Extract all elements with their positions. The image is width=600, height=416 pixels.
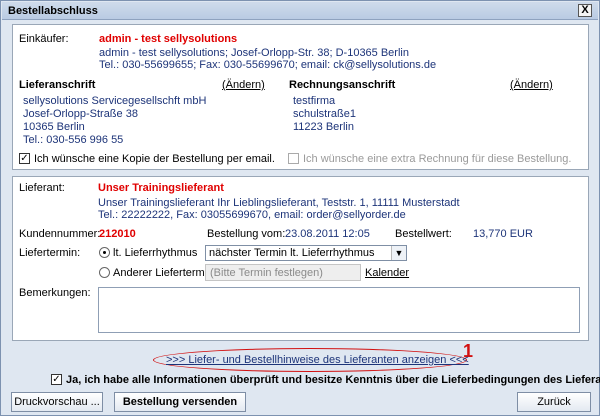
- remarks-textarea[interactable]: [98, 287, 580, 333]
- customer-number: 212010: [99, 228, 136, 240]
- other-date-radio-label: Anderer Liefertermin: [113, 267, 214, 279]
- buyer-panel: Einkäufer: admin - test sellysolutions a…: [12, 24, 589, 170]
- delivery-address-line: 10365 Berlin: [23, 121, 85, 133]
- order-date-label: Bestellung vom:: [207, 228, 286, 240]
- supplier-label: Lieferant:: [19, 182, 65, 194]
- other-date-radio[interactable]: [99, 267, 110, 278]
- order-completion-dialog: Bestellabschluss X Einkäufer: admin - te…: [0, 0, 600, 416]
- supplier-name: Unser Trainingslieferant: [98, 182, 224, 194]
- send-order-button[interactable]: Bestellung versenden: [114, 392, 246, 412]
- extra-invoice-label: Ich wünsche eine extra Rechnung für dies…: [303, 153, 572, 165]
- supplier-panel: Lieferant: Unser Trainingslieferant Unse…: [12, 176, 589, 341]
- supplier-address: Unser Trainingslieferant Ihr Lieblingsli…: [98, 197, 460, 209]
- back-button[interactable]: Zurück: [517, 392, 591, 412]
- delivery-rhythm-select-value: nächster Termin lt. Lieferrhythmus: [209, 247, 375, 259]
- delivery-rhythm-select[interactable]: nächster Termin lt. Lieferrhythmus ▼: [205, 245, 407, 261]
- close-button[interactable]: X: [578, 4, 592, 17]
- order-value: 13,770 EUR: [473, 228, 533, 240]
- rhythm-radio[interactable]: [99, 247, 110, 258]
- confirm-checkbox[interactable]: ✓: [51, 374, 62, 385]
- confirm-label: Ja, ich habe alle Informationen überprüf…: [66, 374, 600, 386]
- rhythm-radio-label: lt. Lieferrhythmus: [113, 247, 198, 259]
- extra-invoice-checkbox[interactable]: [288, 153, 299, 164]
- delivery-address-change-link[interactable]: (Ändern): [222, 79, 265, 91]
- billing-address-line: testfirma: [293, 95, 336, 107]
- supplier-info-link[interactable]: >>> Liefer- und Bestellhinweise des Lief…: [166, 354, 469, 366]
- buyer-contact: Tel.: 030-55699655; Fax: 030-55699670; e…: [99, 59, 437, 71]
- calendar-link[interactable]: Kalender: [365, 267, 409, 279]
- billing-address-line: 11223 Berlin: [293, 121, 354, 133]
- order-date: 23.08.2011 12:05: [285, 228, 370, 240]
- buyer-address: admin - test sellysolutions; Josef-Orlop…: [99, 47, 409, 59]
- chevron-down-icon[interactable]: ▼: [391, 246, 406, 260]
- window-title: Bestellabschluss: [8, 5, 98, 17]
- title-bar: Bestellabschluss X: [2, 2, 598, 20]
- delivery-address-line: sellysolutions Servicegesellschft mbH: [23, 95, 207, 107]
- copy-email-label: Ich wünsche eine Kopie der Bestellung pe…: [34, 153, 275, 165]
- delivery-address-line: Tel.: 030-556 996 55: [23, 134, 124, 146]
- billing-address-heading: Rechnungsanschrift: [289, 79, 396, 91]
- order-value-label: Bestellwert:: [395, 228, 452, 240]
- delivery-address-line: Josef-Orlopp-Straße 38: [23, 108, 138, 120]
- delivery-date-label: Liefertermin:: [19, 247, 81, 259]
- delivery-address-heading: Lieferanschrift: [19, 79, 96, 91]
- copy-email-checkbox[interactable]: ✓: [19, 153, 30, 164]
- supplier-contact: Tel.: 22222222, Fax: 03055699670, email:…: [98, 209, 406, 221]
- billing-address-change-link[interactable]: (Ändern): [510, 79, 553, 91]
- other-date-input[interactable]: (Bitte Termin festlegen): [205, 264, 361, 281]
- billing-address-line: schulstraße1: [293, 108, 356, 120]
- print-preview-button[interactable]: Druckvorschau ...: [11, 392, 103, 412]
- remarks-label: Bemerkungen:: [19, 287, 91, 299]
- buyer-label: Einkäufer:: [19, 33, 69, 45]
- buyer-name: admin - test sellysolutions: [99, 33, 238, 45]
- customer-number-label: Kundennummer:: [19, 228, 101, 240]
